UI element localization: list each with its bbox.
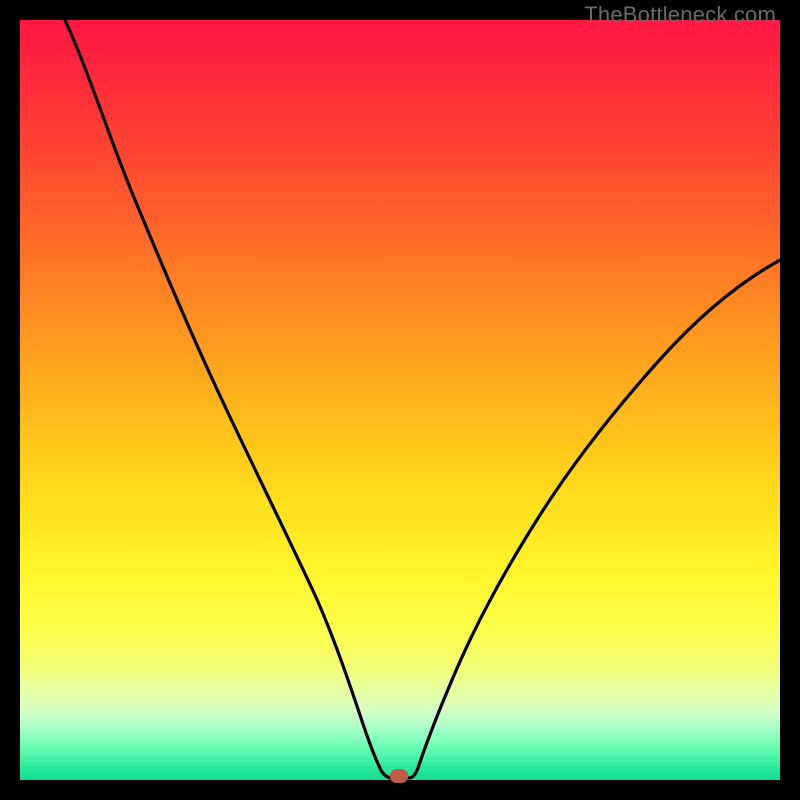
chart-frame: TheBottleneck.com <box>0 0 800 800</box>
curve-layer <box>20 20 780 780</box>
plot-area <box>20 20 780 780</box>
bottleneck-curve <box>65 20 780 778</box>
watermark-text: TheBottleneck.com <box>584 2 776 28</box>
bottleneck-point-marker <box>390 769 408 783</box>
